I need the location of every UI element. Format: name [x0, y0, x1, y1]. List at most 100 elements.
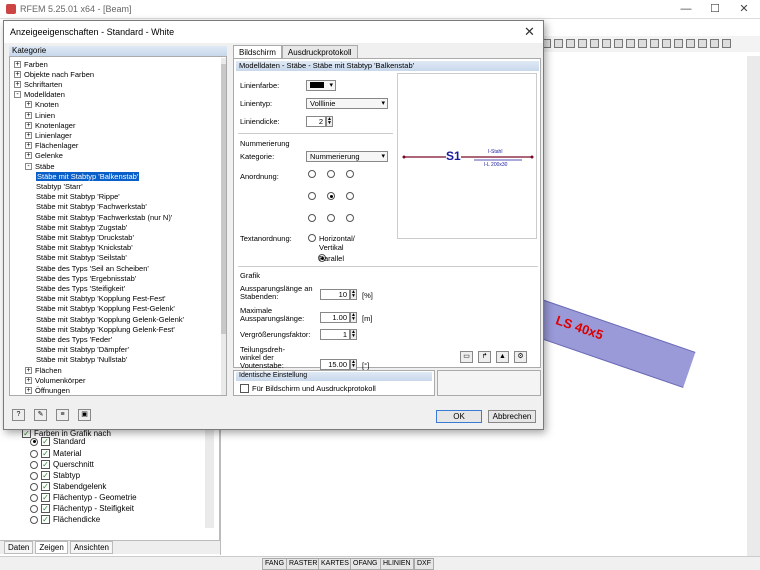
toolbar-icon[interactable]: [698, 39, 707, 48]
tab-zeigen[interactable]: Zeigen: [35, 541, 68, 554]
toolbar-icon[interactable]: [662, 39, 671, 48]
status-dxf[interactable]: DXF: [414, 558, 434, 570]
minimize-button[interactable]: —: [676, 2, 696, 16]
radio[interactable]: [327, 170, 335, 178]
teil-input[interactable]: 15.00: [320, 359, 350, 370]
nav-item-material[interactable]: ✓ Material: [30, 448, 81, 459]
triangle-icon[interactable]: ▲: [496, 351, 509, 363]
tree-item[interactable]: Stäbe des Typs 'Seil an Scheiben': [36, 263, 149, 273]
status-raster[interactable]: RASTER: [286, 558, 321, 570]
identical-checkbox[interactable]: [240, 384, 249, 393]
toolbar-icon[interactable]: [638, 39, 647, 48]
collapse-icon[interactable]: -: [14, 91, 21, 99]
tree-item[interactable]: Stäbe mit Stabtyp 'Dämpfer': [36, 345, 129, 355]
tree-item[interactable]: Stäbe des Typs 'Feder': [36, 334, 112, 344]
checkbox[interactable]: ✓: [41, 515, 50, 524]
nav-item-flaechentyp-geometrie[interactable]: ✓ Flächentyp - Geometrie: [30, 492, 137, 503]
radio[interactable]: [30, 460, 38, 469]
expand-icon[interactable]: +: [25, 101, 32, 109]
tab-bildschirm[interactable]: Bildschirm: [233, 45, 282, 58]
status-ofang[interactable]: OFANG: [350, 558, 381, 570]
cancel-button[interactable]: Abbrechen: [488, 410, 536, 423]
tree-item[interactable]: Stabtyp 'Starr': [36, 181, 83, 191]
tree-item[interactable]: Stäbe mit Stabtyp 'Balkenstab': [36, 171, 140, 181]
toolbar-icon[interactable]: [566, 39, 575, 48]
expand-icon[interactable]: +: [25, 386, 32, 394]
arrow-icon[interactable]: ↱: [478, 351, 491, 363]
tree-item[interactable]: + Objekte nach Farben: [14, 69, 94, 79]
dialog-close-icon[interactable]: ✕: [524, 24, 535, 40]
checkbox[interactable]: ✓: [41, 449, 50, 458]
tree-scrollbar[interactable]: [221, 58, 226, 395]
toolbar-icon[interactable]: [602, 39, 611, 48]
tree-scroll-thumb[interactable]: [221, 64, 226, 334]
tree-item[interactable]: + Volumenkörper: [25, 375, 85, 385]
expand-icon[interactable]: +: [25, 121, 32, 129]
liniendicke-spinner[interactable]: ▲ ▼: [326, 116, 333, 127]
toolbar-icon[interactable]: [554, 39, 563, 48]
tab-daten[interactable]: Daten: [4, 541, 34, 554]
tree-item[interactable]: + Flächenlager: [25, 141, 78, 151]
radio[interactable]: [30, 437, 38, 446]
edit-icon[interactable]: ✎: [34, 409, 47, 421]
tree-item[interactable]: Stäbe mit Stabtyp 'Kopplung Fest-Fest': [36, 294, 166, 304]
canvas-scrollbar[interactable]: [747, 56, 760, 556]
tree-item[interactable]: + Öffnungen: [25, 385, 70, 395]
radio[interactable]: [30, 482, 38, 491]
checkbox[interactable]: ✓: [41, 493, 50, 502]
checkbox[interactable]: ✓: [41, 504, 50, 513]
tree-item[interactable]: Stäbe mit Stabtyp 'Fachwerkstab': [36, 202, 147, 212]
radio[interactable]: [30, 471, 38, 480]
tree-item[interactable]: + Linien: [25, 110, 55, 120]
tree-item[interactable]: Stäbe mit Stabtyp 'Kopplung Gelenk-Fest': [36, 324, 175, 334]
radio[interactable]: [308, 170, 316, 178]
radio[interactable]: [30, 493, 38, 502]
toolbar-icon[interactable]: [590, 39, 599, 48]
radio[interactable]: [30, 515, 38, 524]
status-fang[interactable]: FANG: [262, 558, 288, 570]
expand-icon[interactable]: +: [14, 60, 21, 68]
tree-item[interactable]: + Gelenke: [25, 151, 63, 161]
vergr-spinner[interactable]: ▲ ▼: [350, 329, 357, 340]
nav-item-stabendgelenk[interactable]: ✓ Stabendgelenk: [30, 481, 106, 492]
nav-item-stabtyp[interactable]: ✓ Stabtyp: [30, 470, 80, 481]
ausspar-spinner[interactable]: ▲ ▼: [350, 289, 357, 300]
maxaus-spinner[interactable]: ▲ ▼: [350, 312, 357, 323]
status-kartes[interactable]: KARTES: [318, 558, 352, 570]
maxaus-input[interactable]: 1.00: [320, 312, 350, 323]
nav-item-flaechentyp-steifigkeit[interactable]: ✓ Flächentyp - Steifigkeit: [30, 503, 134, 514]
toolbar-icon[interactable]: [614, 39, 623, 48]
expand-icon[interactable]: +: [14, 70, 21, 78]
linienfarbe-dropdown[interactable]: ▾: [306, 80, 336, 91]
kategorie-dropdown[interactable]: Nummerierung ▾: [306, 151, 388, 162]
checkbox[interactable]: ✓: [41, 437, 50, 446]
nav-item-standard[interactable]: ✓ Standard: [30, 436, 85, 447]
dimension-icon[interactable]: ▭: [460, 351, 473, 363]
tree-item[interactable]: Stäbe mit Stabtyp 'Nullstab': [36, 355, 127, 365]
expand-icon[interactable]: +: [14, 80, 21, 88]
tree-item[interactable]: Stäbe mit Stabtyp 'Druckstab': [36, 232, 134, 242]
toolbar-icon[interactable]: [674, 39, 683, 48]
radio[interactable]: [308, 214, 316, 222]
toolbar-icon[interactable]: [626, 39, 635, 48]
checkbox[interactable]: ✓: [41, 482, 50, 491]
tree-item[interactable]: Stäbe mit Stabtyp 'Kopplung Fest-Gelenk': [36, 304, 175, 314]
tree-item[interactable]: + Knoten: [25, 100, 59, 110]
radio[interactable]: [308, 192, 316, 200]
status-hlinien[interactable]: HLINIEN: [380, 558, 414, 570]
radio[interactable]: [346, 192, 354, 200]
expand-icon[interactable]: +: [25, 131, 32, 139]
ausspar-input[interactable]: 10: [320, 289, 350, 300]
radio[interactable]: [30, 504, 38, 513]
vergr-input[interactable]: 1: [320, 329, 350, 340]
ok-button[interactable]: OK: [436, 410, 482, 423]
toolbar-icon[interactable]: [578, 39, 587, 48]
tree-item[interactable]: + Farben: [14, 59, 48, 69]
toolbar-icon[interactable]: [650, 39, 659, 48]
toolbar-icon[interactable]: [686, 39, 695, 48]
toolbar-icon[interactable]: [722, 39, 731, 48]
tree-item[interactable]: Stäbe des Typs 'Steifigkeit': [36, 283, 125, 293]
radio-horizontal[interactable]: [308, 234, 316, 242]
expand-icon[interactable]: +: [25, 142, 32, 150]
navigator-scrollbar[interactable]: [205, 428, 214, 528]
